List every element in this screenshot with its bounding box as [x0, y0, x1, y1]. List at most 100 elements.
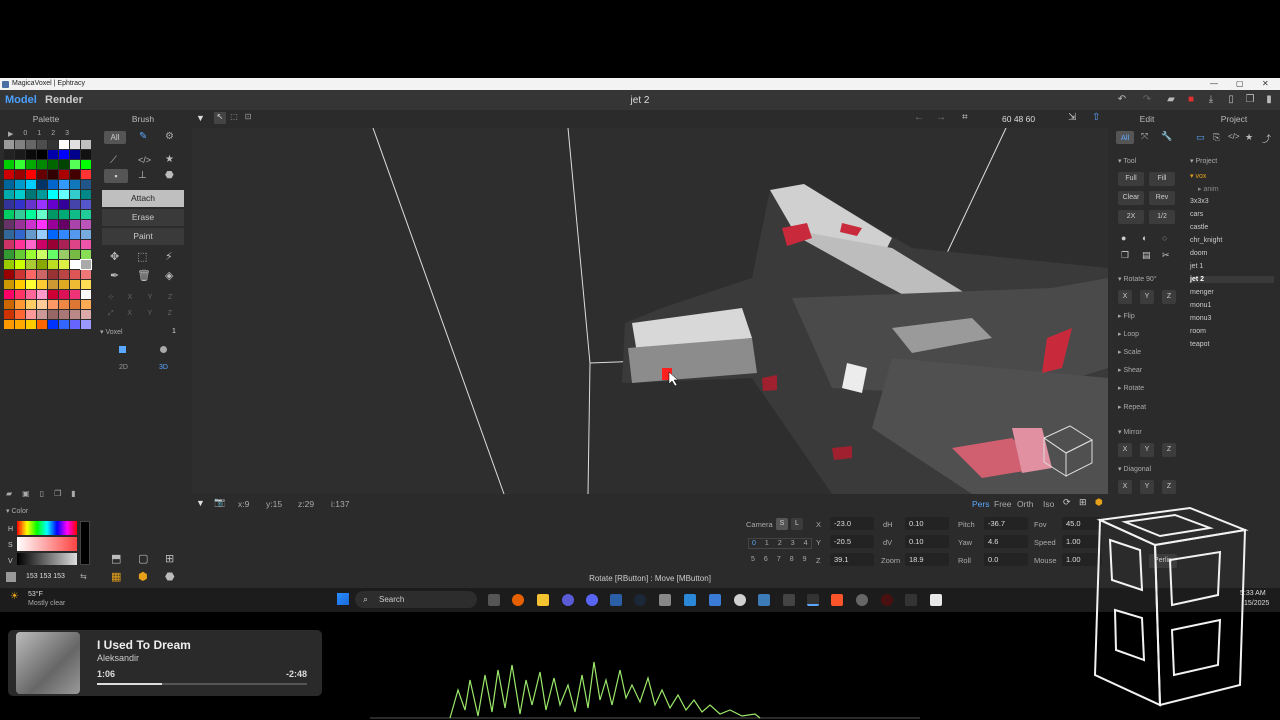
camera-slot[interactable]: 2: [778, 540, 782, 547]
saturation-slider[interactable]: [17, 537, 77, 551]
palette-swatch[interactable]: [4, 200, 14, 209]
3d-viewport[interactable]: [192, 128, 1108, 494]
palette-swatch[interactable]: [70, 190, 80, 199]
palette-swatch[interactable]: [4, 290, 14, 299]
camera-slot[interactable]: 4: [804, 540, 808, 547]
hue-slider[interactable]: [17, 521, 77, 535]
camera-slot[interactable]: 1: [765, 540, 769, 547]
camera-zoom-field[interactable]: 18.9: [905, 553, 949, 566]
rotate90-z[interactable]: Z: [1162, 290, 1176, 304]
palette-swatch[interactable]: [48, 150, 58, 159]
palette-swatch[interactable]: [26, 260, 36, 269]
palette-swatch[interactable]: [37, 140, 47, 149]
palette-swatch[interactable]: [59, 280, 69, 289]
shader-tool-icon[interactable]: ⬣: [165, 570, 175, 583]
magic-wand-icon[interactable]: ⚡: [165, 250, 173, 263]
palette-swatch[interactable]: [70, 200, 80, 209]
copy-icon[interactable]: ❐: [1121, 250, 1129, 261]
palette-swatch[interactable]: [4, 310, 14, 319]
palette-swatch[interactable]: [48, 170, 58, 179]
palette-swatch[interactable]: [48, 310, 58, 319]
palette-swatch[interactable]: [26, 310, 36, 319]
close-icon[interactable]: ✕: [1262, 78, 1269, 90]
camera-dv-field[interactable]: 0.10: [905, 535, 949, 548]
palette-swatch[interactable]: [59, 250, 69, 259]
palette-swatch[interactable]: [37, 320, 47, 329]
palette-swatch[interactable]: [26, 270, 36, 279]
delete-file-icon[interactable]: ▮: [1264, 95, 1274, 105]
export-icon[interactable]: ⤓: [1206, 95, 1216, 105]
palette-swatch[interactable]: [70, 140, 80, 149]
project-section[interactable]: ▾ Project: [1190, 157, 1217, 165]
palette-swatch[interactable]: [48, 290, 58, 299]
palette-swatch[interactable]: [26, 300, 36, 309]
camera-slot[interactable]: 9: [803, 556, 807, 563]
open-folder-icon[interactable]: ▰: [1166, 95, 1176, 105]
palette-swatch[interactable]: [59, 290, 69, 299]
project-item[interactable]: jet 1: [1190, 263, 1203, 270]
palette-copy-icon[interactable]: ❐: [54, 489, 61, 498]
palette-swatch[interactable]: [4, 230, 14, 239]
palette-swatch[interactable]: [70, 210, 80, 219]
palette-swatch[interactable]: [48, 260, 58, 269]
palette-swatch[interactable]: [59, 260, 69, 269]
palette-swatch[interactable]: [81, 210, 91, 219]
palette-swatch[interactable]: [48, 180, 58, 189]
camera-yaw-field[interactable]: 4.6: [984, 535, 1028, 548]
maximize-icon[interactable]: ▢: [1236, 78, 1244, 90]
palette-swatch[interactable]: [48, 230, 58, 239]
palette-swatch[interactable]: [4, 160, 14, 169]
arrow-left-icon[interactable]: ←: [914, 112, 924, 123]
copy-file-icon[interactable]: ❐: [1245, 95, 1255, 105]
square-shape-icon[interactable]: [119, 346, 126, 353]
palette-swatch[interactable]: [48, 220, 58, 229]
sphere-icon[interactable]: ●: [1121, 233, 1126, 243]
view-iso[interactable]: Iso: [1043, 499, 1054, 509]
project-folder-icon[interactable]: ▭: [1196, 132, 1205, 143]
crop-icon[interactable]: ⌗: [962, 112, 968, 123]
rotate90-x[interactable]: X: [1118, 290, 1132, 304]
move-tool-icon[interactable]: ✥: [110, 250, 119, 263]
project-item[interactable]: doom: [1190, 250, 1208, 257]
palette-swatch[interactable]: [81, 220, 91, 229]
palette-swatch[interactable]: [26, 290, 36, 299]
rotate-section[interactable]: ▸ Rotate: [1118, 384, 1144, 392]
gear-icon[interactable]: ⚙: [165, 131, 174, 142]
palette-swatch[interactable]: [15, 150, 25, 159]
palette-swatch[interactable]: [4, 320, 14, 329]
rev-button[interactable]: Rev: [1149, 191, 1175, 205]
project-item[interactable]: chr_knight: [1190, 237, 1222, 244]
palette-swatch[interactable]: [15, 210, 25, 219]
diagonal-y[interactable]: Y: [1140, 480, 1154, 494]
palette-swatch[interactable]: [15, 320, 25, 329]
round-shape-icon[interactable]: [160, 346, 167, 353]
palette-swatch[interactable]: [37, 300, 47, 309]
expand-icon[interactable]: ⤧: [1141, 131, 1148, 142]
palette-swatch[interactable]: [15, 270, 25, 279]
project-item[interactable]: 3x3x3: [1190, 198, 1209, 205]
palette-swatch[interactable]: [70, 160, 80, 169]
palette-swatch[interactable]: [59, 300, 69, 309]
camera-preset-s[interactable]: S: [776, 518, 788, 530]
palette-swatch[interactable]: [59, 190, 69, 199]
project-item[interactable]: teapot: [1190, 341, 1209, 348]
palette-swatch[interactable]: [70, 320, 80, 329]
palette-swatch[interactable]: [37, 180, 47, 189]
palette-swatch[interactable]: [37, 150, 47, 159]
palette-play-icon[interactable]: ▶: [8, 130, 13, 138]
palette-swatch[interactable]: [26, 190, 36, 199]
palette-swatch[interactable]: [70, 250, 80, 259]
mirror-y[interactable]: Y: [1140, 443, 1154, 457]
palette-swatch[interactable]: [37, 160, 47, 169]
face-brush-icon[interactable]: ⊥: [138, 170, 147, 181]
status-menu-icon[interactable]: ▼: [196, 498, 205, 508]
cut-icon[interactable]: ✂: [1162, 250, 1170, 261]
model-size-readout[interactable]: 60 48 60: [1002, 114, 1035, 124]
palette-tab-0[interactable]: 0: [23, 130, 27, 138]
refresh-view-icon[interactable]: ⟳: [1063, 497, 1071, 508]
mode-2d-button[interactable]: 2D: [119, 364, 128, 371]
palette-swatch[interactable]: [15, 170, 25, 179]
wrench-icon[interactable]: 🔧: [1161, 131, 1172, 142]
palette-swatch[interactable]: [70, 290, 80, 299]
palette-tab-3[interactable]: 3: [65, 130, 69, 138]
